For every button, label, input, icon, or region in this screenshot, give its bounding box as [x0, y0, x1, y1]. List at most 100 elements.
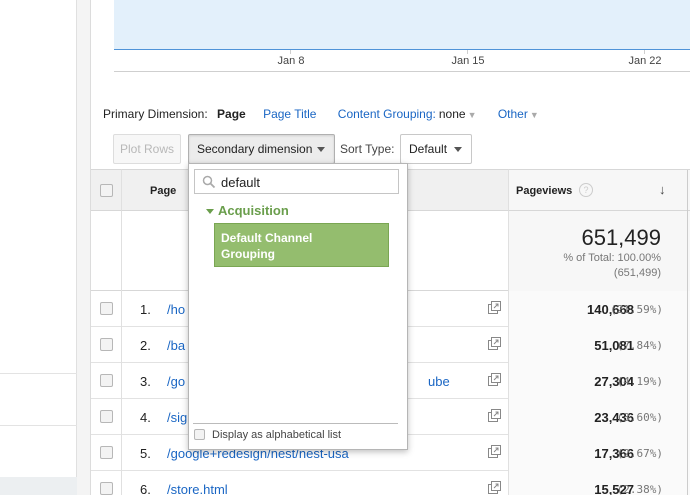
content-grouping-value[interactable]: none	[439, 107, 466, 121]
secondary-dimension-label: Secondary dimension	[197, 142, 313, 156]
row-index: 1.	[140, 302, 151, 317]
sidebar-footer	[0, 477, 77, 495]
column-header-pageviews[interactable]: Pageviews ? ↓ Ur	[509, 169, 690, 212]
row-pageviews-percent: (3.60%)	[616, 411, 663, 424]
row-checkbox[interactable]	[100, 482, 113, 495]
dimension-search-value: default	[221, 175, 261, 190]
row-page-cell: 6. /store.html	[122, 471, 509, 495]
row-check-cell	[91, 435, 122, 471]
row-check-cell	[91, 471, 122, 495]
open-in-new-icon[interactable]	[488, 373, 501, 386]
row-check-cell	[91, 399, 122, 435]
header-select-all	[91, 169, 122, 211]
row-index: 3.	[140, 374, 151, 389]
column-header-page-label: Page	[150, 185, 177, 197]
row-pageviews-cell: 15,527 (2.38%)	[509, 471, 690, 495]
row-check-cell	[91, 363, 122, 399]
other-dimension-link[interactable]: Other	[498, 107, 528, 121]
left-sidebar	[0, 0, 77, 495]
chevron-down-icon	[317, 147, 325, 152]
row-page-link[interactable]: /ho	[167, 302, 185, 317]
primary-dimension-label: Primary Dimension:	[103, 107, 208, 121]
total-pageviews-percent: % of Total: 100.00%	[563, 252, 661, 264]
row-index: 6.	[140, 482, 151, 495]
column-divider	[687, 291, 688, 327]
sidebar-divider	[0, 373, 77, 374]
row-checkbox[interactable]	[100, 302, 113, 315]
chevron-down-icon: ▼	[529, 110, 539, 120]
total-pageviews-value: 651,499	[581, 225, 661, 250]
table-row: 6. /store.html 15,527 (2.38%)	[91, 471, 690, 495]
open-in-new-icon[interactable]	[488, 481, 501, 494]
column-divider	[687, 471, 688, 495]
sidebar-divider	[0, 425, 77, 426]
secondary-dimension-dropdown: default Acquisition Default Channel Grou…	[188, 163, 408, 450]
dimension-search-input[interactable]: default	[194, 169, 399, 194]
primary-dimension-page-title[interactable]: Page Title	[263, 107, 316, 121]
alphabetical-list-label[interactable]: Display as alphabetical list	[212, 429, 341, 441]
row-index: 4.	[140, 410, 151, 425]
x-tick-label: Jan 22	[628, 55, 662, 67]
row-check-cell	[91, 327, 122, 363]
row-page-link[interactable]: /store.html	[167, 482, 228, 495]
row-checkbox[interactable]	[100, 338, 113, 351]
chevron-down-icon: ▼	[467, 110, 477, 120]
dimension-option-default-channel-grouping[interactable]: Default Channel Grouping	[214, 223, 389, 267]
dimension-group-label: Acquisition	[218, 203, 289, 218]
totals-check-cell	[91, 211, 122, 291]
open-in-new-icon[interactable]	[488, 445, 501, 458]
open-in-new-icon[interactable]	[488, 301, 501, 314]
x-tick	[290, 50, 291, 54]
search-icon	[202, 175, 216, 189]
row-pageviews-cell: 17,366 (2.67%)	[509, 435, 690, 471]
chevron-down-icon	[206, 209, 214, 215]
row-checkbox[interactable]	[100, 446, 113, 459]
row-page-link[interactable]: /ba	[167, 338, 185, 353]
chevron-down-icon	[454, 147, 462, 152]
primary-dimension-bar: Primary Dimension: Page Page Title Conte…	[103, 107, 557, 121]
column-divider	[687, 170, 688, 212]
content-grouping-label[interactable]: Content Grouping:	[338, 107, 436, 121]
dropdown-footer: Display as alphabetical list	[189, 421, 407, 449]
column-divider	[687, 327, 688, 363]
help-icon[interactable]: ?	[579, 183, 593, 197]
row-pageviews-cell: 140,668 (21.59%)	[509, 291, 690, 327]
select-all-checkbox[interactable]	[100, 184, 113, 197]
column-header-pageviews-label: Pageviews	[516, 185, 573, 197]
x-tick-label: Jan 15	[451, 55, 485, 67]
row-check-cell	[91, 291, 122, 327]
totals-pageviews-cell: 651,499 % of Total: 100.00% (651,499)	[509, 211, 690, 291]
column-divider	[687, 399, 688, 435]
column-divider	[687, 211, 688, 291]
row-checkbox[interactable]	[100, 374, 113, 387]
primary-dimension-page[interactable]: Page	[217, 107, 246, 121]
row-pageviews-percent: (2.67%)	[616, 447, 663, 460]
row-pageviews-percent: (2.38%)	[616, 483, 663, 495]
secondary-dimension-button[interactable]: Secondary dimension	[188, 134, 335, 164]
pageviews-chart-area	[114, 0, 690, 50]
chart-x-axis: Jan 8 Jan 15 Jan 22	[114, 50, 690, 72]
x-tick	[467, 50, 468, 54]
open-in-new-icon[interactable]	[488, 409, 501, 422]
dimension-group-acquisition[interactable]: Acquisition	[206, 203, 289, 218]
row-pageviews-percent: (21.59%)	[610, 303, 663, 316]
dropdown-divider	[193, 423, 398, 424]
open-in-new-icon[interactable]	[488, 337, 501, 350]
sort-type-label: Sort Type:	[340, 142, 395, 156]
alphabetical-list-checkbox[interactable]	[194, 429, 205, 440]
dimension-option-line: Grouping	[221, 247, 275, 261]
row-page-link[interactable]: /sig	[167, 410, 187, 425]
row-pageviews-percent: (4.19%)	[616, 375, 663, 388]
row-page-link-tail[interactable]: ube	[428, 374, 450, 389]
sort-type-select[interactable]: Default	[400, 134, 472, 164]
row-index: 5.	[140, 446, 151, 461]
row-checkbox[interactable]	[100, 410, 113, 423]
sort-descending-icon[interactable]: ↓	[659, 182, 666, 197]
sort-type-value: Default	[409, 142, 448, 156]
column-divider	[687, 435, 688, 471]
row-pageviews-percent: (7.84%)	[616, 339, 663, 352]
row-pageviews-cell: 51,081 (7.84%)	[509, 327, 690, 363]
dimension-option-line: Default Channel	[221, 231, 313, 245]
plot-rows-button[interactable]: Plot Rows	[113, 134, 181, 164]
row-page-link[interactable]: /go	[167, 374, 185, 389]
